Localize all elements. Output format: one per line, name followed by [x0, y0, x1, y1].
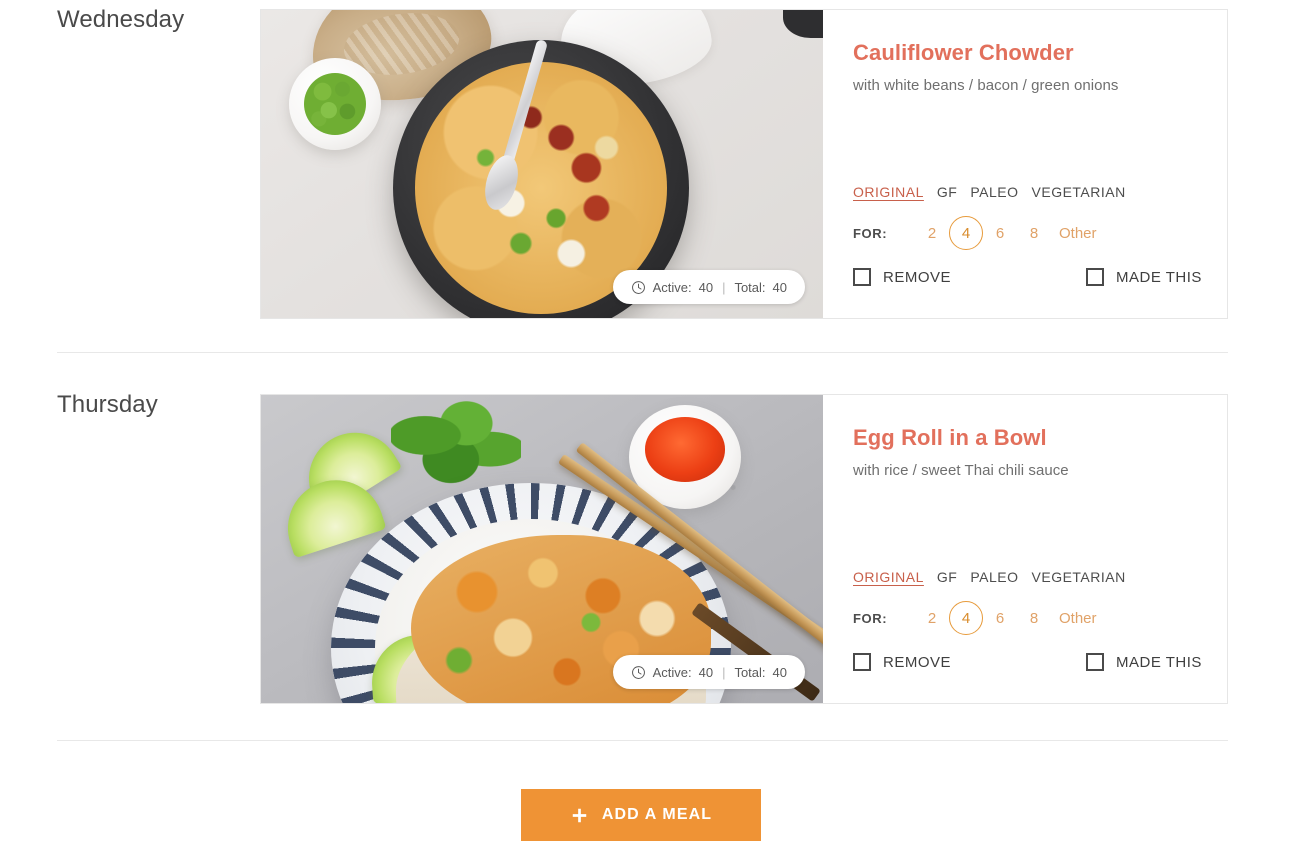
total-time-label: Total:	[734, 279, 766, 295]
variant-vegetarian[interactable]: VEGETARIAN	[1032, 569, 1126, 585]
meal-actions: REMOVE MADE THIS	[853, 653, 1203, 671]
time-separator: |	[722, 279, 726, 295]
recipe-title[interactable]: Cauliflower Chowder	[853, 40, 1195, 66]
active-time-label: Active:	[652, 279, 692, 295]
made-this-label: MADE THIS	[1116, 268, 1202, 286]
meal-card-thursday: Active: 40 | Total: 40 Egg Roll in a Bow…	[260, 394, 1228, 704]
meal-details-thursday: Egg Roll in a Bowl with rice / sweet Tha…	[823, 395, 1227, 703]
made-this-checkbox[interactable]	[1086, 653, 1104, 671]
pan-corner-decor	[783, 10, 823, 38]
day-label-wednesday: Wednesday	[57, 6, 185, 33]
time-separator: |	[722, 664, 726, 680]
active-time-label: Active:	[652, 664, 692, 680]
serving-option-2[interactable]: 2	[915, 601, 949, 635]
variant-paleo[interactable]: PALEO	[970, 184, 1018, 200]
serving-option-other[interactable]: Other	[1059, 610, 1097, 627]
serving-option-8[interactable]: 8	[1017, 601, 1051, 635]
time-badge: Active: 40 | Total: 40	[612, 655, 805, 689]
total-time-value: 40	[772, 279, 787, 295]
serving-option-other[interactable]: Other	[1059, 225, 1097, 242]
recipe-subtitle: with white beans / bacon / green onions	[853, 77, 1119, 94]
add-a-meal-label: ADD A MEAL	[601, 806, 713, 823]
row-divider-1	[57, 352, 1228, 353]
made-this-checkbox-row[interactable]: MADE THIS	[1086, 653, 1202, 671]
cilantro-decor	[391, 401, 521, 487]
remove-checkbox[interactable]	[853, 653, 871, 671]
recipe-title[interactable]: Egg Roll in a Bowl	[853, 425, 1195, 451]
serving-option-6[interactable]: 6	[983, 601, 1017, 635]
variant-options: ORIGINAL GF PALEO VEGETARIAN	[853, 569, 1126, 585]
cauliflower-chowder-photo[interactable]: Active: 40 | Total: 40	[261, 10, 823, 318]
meal-details-wednesday: Cauliflower Chowder with white beans / b…	[823, 10, 1227, 318]
made-this-label: MADE THIS	[1116, 653, 1202, 671]
variant-original[interactable]: ORIGINAL	[853, 184, 924, 200]
time-badge: Active: 40 | Total: 40	[612, 270, 805, 304]
variant-original[interactable]: ORIGINAL	[853, 569, 924, 585]
servings-label: FOR:	[853, 225, 888, 241]
serving-option-8[interactable]: 8	[1017, 216, 1051, 250]
clock-icon	[631, 280, 645, 294]
serving-option-4[interactable]: 4	[949, 601, 983, 635]
remove-label: REMOVE	[883, 268, 952, 286]
egg-roll-bowl-photo[interactable]: Active: 40 | Total: 40	[261, 395, 823, 703]
active-time-value: 40	[698, 664, 714, 680]
made-this-checkbox-row[interactable]: MADE THIS	[1086, 268, 1202, 286]
day-label-thursday: Thursday	[57, 391, 158, 418]
remove-checkbox-row[interactable]: REMOVE	[853, 268, 1086, 286]
clock-icon	[631, 665, 645, 679]
variant-vegetarian[interactable]: VEGETARIAN	[1032, 184, 1126, 200]
serving-option-4[interactable]: 4	[949, 216, 983, 250]
row-divider-2	[57, 740, 1228, 741]
serving-option-2[interactable]: 2	[915, 216, 949, 250]
servings-selector: FOR: 2 4 6 8 Other	[853, 601, 1097, 635]
remove-checkbox[interactable]	[853, 268, 871, 286]
meal-plan-page: Wednesday Active: 40 | Total: 40 Caulifl…	[0, 0, 1303, 846]
made-this-checkbox[interactable]	[1086, 268, 1104, 286]
plus-icon	[572, 808, 587, 822]
servings-label: FOR:	[853, 610, 888, 626]
total-time-value: 40	[772, 664, 787, 680]
total-time-label: Total:	[734, 664, 766, 680]
meal-actions: REMOVE MADE THIS	[853, 268, 1203, 286]
add-a-meal-button[interactable]: ADD A MEAL	[521, 789, 761, 841]
green-onion-ramekin-decor	[289, 58, 381, 150]
serving-option-6[interactable]: 6	[983, 216, 1017, 250]
meal-card-wednesday: Active: 40 | Total: 40 Cauliflower Chowd…	[260, 9, 1228, 319]
active-time-value: 40	[698, 279, 714, 295]
remove-label: REMOVE	[883, 653, 952, 671]
variant-paleo[interactable]: PALEO	[970, 569, 1018, 585]
servings-selector: FOR: 2 4 6 8 Other	[853, 216, 1097, 250]
variant-gf[interactable]: GF	[937, 184, 957, 200]
variant-gf[interactable]: GF	[937, 569, 957, 585]
variant-options: ORIGINAL GF PALEO VEGETARIAN	[853, 184, 1126, 200]
recipe-subtitle: with rice / sweet Thai chili sauce	[853, 462, 1069, 479]
remove-checkbox-row[interactable]: REMOVE	[853, 653, 1086, 671]
